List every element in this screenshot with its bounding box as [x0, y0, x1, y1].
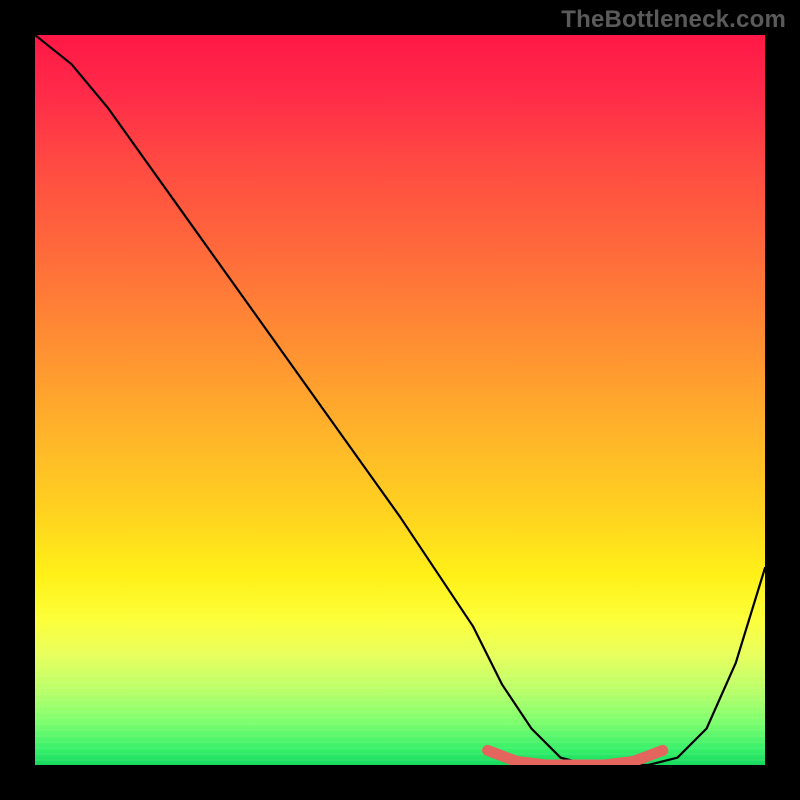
bottleneck-curve-path: [35, 35, 765, 765]
curve-svg: [35, 35, 765, 765]
plot-area: [35, 35, 765, 765]
watermark-text: TheBottleneck.com: [561, 6, 786, 34]
chart-container: TheBottleneck.com: [0, 0, 800, 800]
bottleneck-flat-highlight-path: [488, 750, 663, 765]
